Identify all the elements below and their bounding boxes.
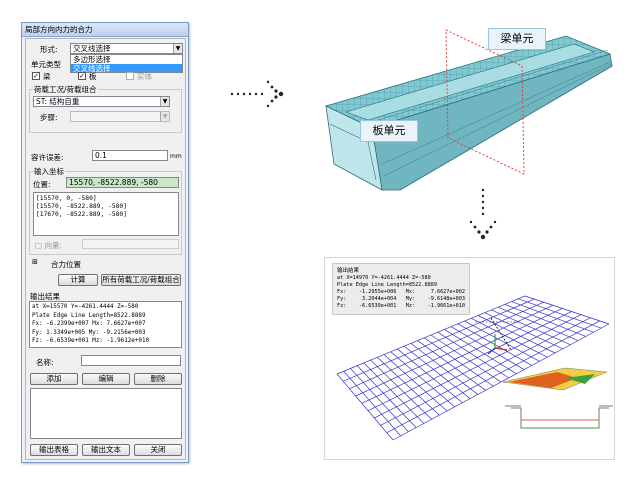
expand-icon[interactable]: ⊞	[32, 258, 38, 266]
form-label: 形式:	[40, 45, 58, 54]
list-item[interactable]: [15570, -8522.889, -580]	[36, 203, 176, 211]
result-box-title: 输出结果	[337, 268, 360, 274]
mesh-line	[397, 348, 463, 403]
solid-checkbox[interactable]	[126, 72, 134, 80]
close-button[interactable]: 关闭	[134, 444, 182, 456]
position-value: 15570, -8522.889, -580	[69, 178, 158, 187]
mesh-line	[390, 351, 455, 408]
output-line: Plate Edge Line Length=8522.8889	[32, 312, 146, 319]
result-line: Fz: -6.6539e+001 Mz: -1.9661e+010	[337, 303, 466, 309]
beam-checkbox[interactable]: ✓	[32, 72, 40, 80]
resultant-force-dialog: 局部方向内力的合力 形式: 交叉线选择 ▼ 多边形选择 交叉线选择 单元类型 ✓…	[21, 22, 189, 463]
direction-label: □ 向量:	[35, 241, 62, 250]
mesh-line	[367, 311, 572, 411]
result-line: Plate Edge Line Length=8522.8889	[337, 282, 437, 288]
mesh-line	[410, 343, 479, 395]
plate-checkbox[interactable]: ✓	[78, 72, 86, 80]
coord-list[interactable]: [15570, 0, -580] [15570, -8522.889, -580…	[33, 192, 179, 236]
result-line: Fy: 3.2044e+004 My: -9.6148e+003	[337, 296, 466, 302]
mesh-line	[349, 301, 544, 389]
step-select[interactable]: ▼	[70, 111, 170, 122]
loadcase-select[interactable]: ST: 结构自重 ▼	[33, 96, 170, 107]
bridge-3d-model	[324, 29, 613, 191]
plate-element-callout: 板单元	[360, 120, 418, 142]
all-loadcases-button[interactable]: 所有荷载工况/荷载组合	[101, 274, 181, 286]
edit-button[interactable]: 编辑	[82, 373, 130, 385]
list-item[interactable]: [15570, 0, -580]	[36, 195, 176, 203]
export-table-button[interactable]: 输出表格	[30, 444, 78, 456]
dialog-body: 形式: 交叉线选择 ▼ 多边形选择 交叉线选择 单元类型 ✓ 梁 ✓ 板 实体 …	[25, 38, 186, 460]
tolerance-unit: mm	[170, 153, 182, 160]
name-input[interactable]	[81, 355, 181, 366]
direction-input[interactable]	[82, 239, 179, 249]
output-line: Fz: -6.6539e+001 Mz: -1.9612e+010	[32, 338, 150, 344]
position-label: 位置:	[33, 180, 51, 189]
chevron-down-icon[interactable]: ▼	[160, 97, 169, 106]
tolerance-input[interactable]: 0.1	[92, 150, 168, 161]
mesh-line	[374, 314, 582, 419]
saved-results-list[interactable]	[30, 388, 182, 439]
mesh-line	[403, 345, 471, 399]
solid-label: 实体	[137, 72, 152, 81]
name-label: 名称:	[36, 358, 54, 367]
coord-group-title: 输入坐标	[33, 166, 65, 177]
tolerance-label: 容许误差:	[31, 153, 64, 162]
resultant-position-label: 合力位置	[51, 260, 81, 269]
cross-section-inset	[505, 405, 613, 429]
tolerance-value: 0.1	[95, 151, 107, 160]
mesh-line	[417, 340, 486, 391]
position-input[interactable]: 15570, -8522.889, -580	[66, 177, 179, 188]
dialog-title: 局部方向内力的合力	[25, 25, 93, 34]
plate-label: 板	[89, 72, 97, 81]
chevron-down-icon[interactable]: ▼	[160, 112, 169, 121]
chevron-down-icon[interactable]: ▼	[173, 44, 182, 53]
beam-label: 梁	[43, 72, 51, 81]
output-line: at X=15570 Y=-4261.4444 Z=-580	[32, 304, 139, 310]
mesh-line	[511, 301, 594, 333]
output-line: Fx: -6.2399e+007 Mx: 7.6627e+007	[32, 321, 146, 327]
element-type-label: 单元类型	[31, 60, 61, 69]
form-select[interactable]: 交叉线选择 ▼	[70, 43, 183, 54]
calculate-button[interactable]: 计算	[58, 274, 98, 286]
result-box: 输出结果 at X=14970 Y=-4261.4444 Z=-580 Plat…	[332, 263, 470, 315]
result-line: Fx: -1.2955e+006 Mx: 7.6627e+002	[337, 289, 466, 295]
export-text-button[interactable]: 输出文本	[82, 444, 130, 456]
output-line: Fy: 1.3349e+005 My: -9.2156e+003	[32, 329, 146, 336]
output-text[interactable]: at X=15570 Y=-4261.4444 Z=-580 Plate Edg…	[29, 301, 182, 348]
arrow-right-icon	[230, 80, 284, 108]
form-select-value: 交叉线选择	[73, 44, 111, 53]
result-line: at X=14970 Y=-4261.4444 Z=-580	[337, 275, 431, 281]
form-option-polygon[interactable]: 多边形选择	[71, 55, 182, 64]
delete-button[interactable]: 删除	[134, 373, 182, 385]
form-dropdown-list: 多边形选择 交叉线选择	[70, 54, 183, 73]
add-button[interactable]: 添加	[30, 373, 78, 385]
step-label: 步骤:	[40, 113, 58, 122]
loadcase-value: ST: 结构自重	[36, 97, 80, 106]
dialog-titlebar[interactable]: 局部方向内力的合力	[22, 23, 188, 37]
loadcase-group-title: 荷载工况/荷载组合	[33, 84, 98, 95]
beam-element-callout: 梁单元	[488, 28, 546, 50]
list-item[interactable]: [17670, -8522.889, -580]	[36, 211, 176, 219]
